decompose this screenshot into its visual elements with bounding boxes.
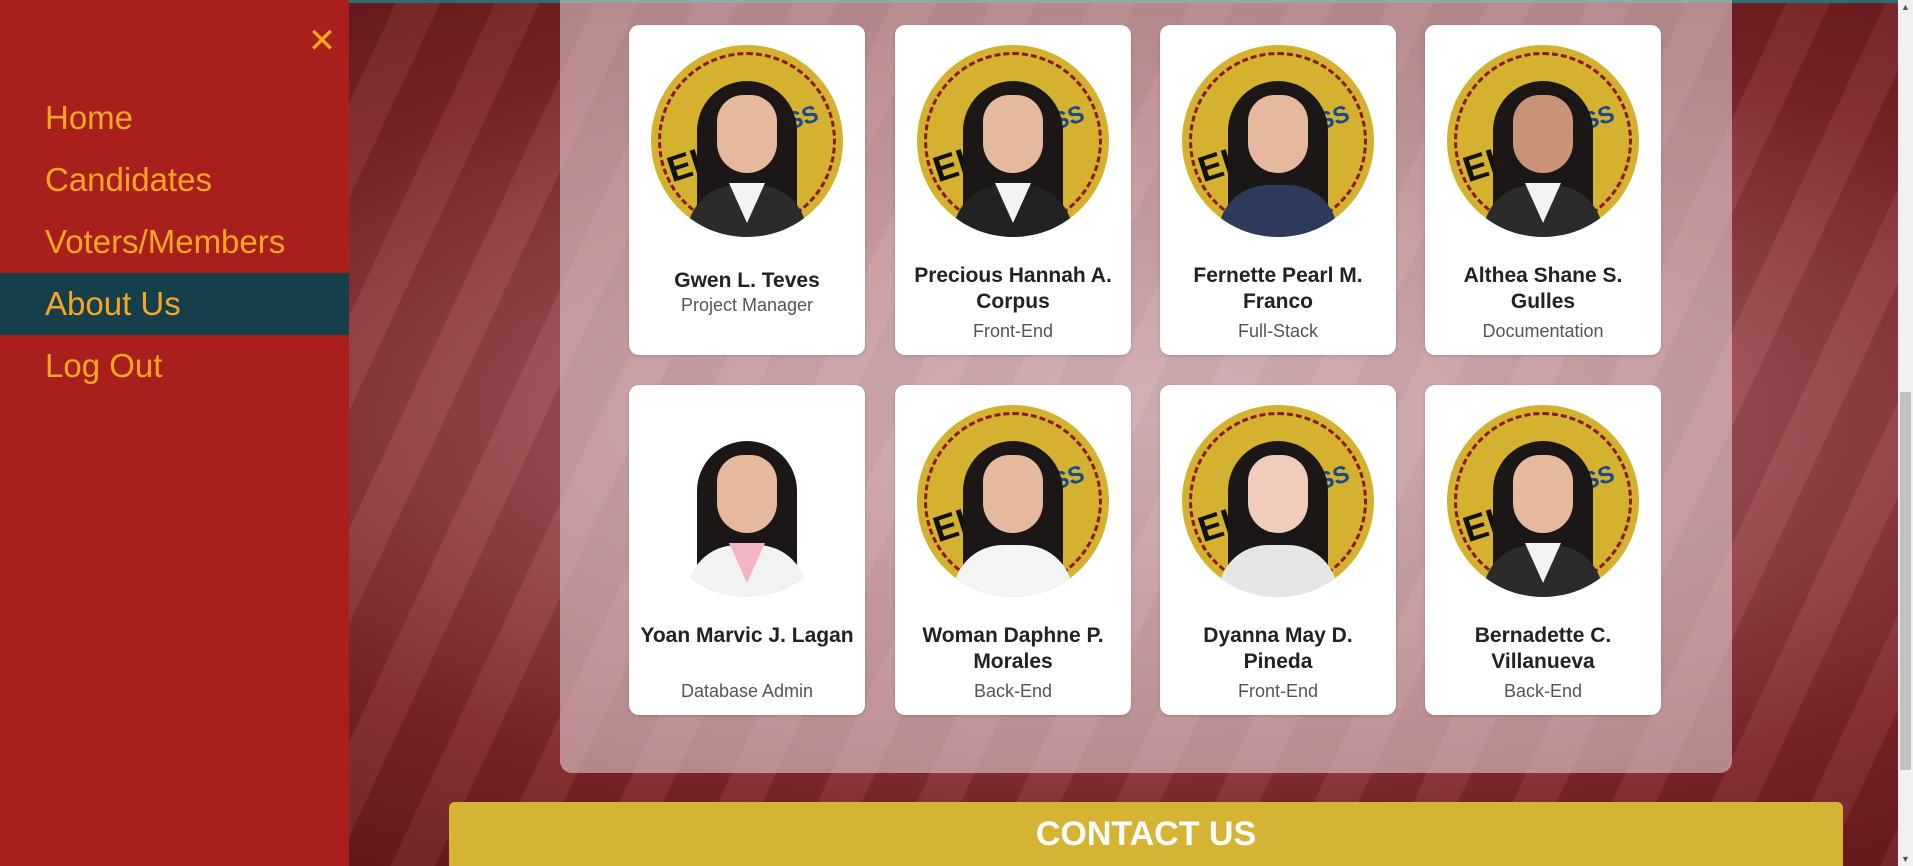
team-card: EL- ESS Precious Hannah A. Corpus Front-… [895, 25, 1131, 355]
sidebar-item-log-out[interactable]: Log Out [0, 335, 349, 397]
avatar [651, 405, 843, 597]
avatar: EL- ESS [1182, 45, 1374, 237]
avatar: EL- ESS [917, 405, 1109, 597]
scroll-thumb[interactable] [1900, 392, 1911, 770]
member-name: Precious Hannah A. Corpus [914, 264, 1112, 313]
scroll-up-arrow-icon[interactable]: ▲ [1898, 0, 1913, 14]
sidebar-item-home[interactable]: Home [0, 87, 349, 149]
team-card: EL- ESS Althea Shane S. Gulles Documenta… [1425, 25, 1661, 355]
member-role: Front-End [972, 321, 1054, 341]
scrollbar[interactable]: ▲ ▼ [1898, 0, 1913, 866]
scroll-down-arrow-icon[interactable]: ▼ [1898, 852, 1913, 866]
member-name: Yoan Marvic J. Lagan [640, 624, 854, 647]
team-card: EL- ESS Gwen L. Teves Project Manager [629, 25, 865, 355]
team-card: Yoan Marvic J. Lagan Database Admin [629, 385, 865, 715]
avatar: EL- ESS [1447, 45, 1639, 237]
member-name: Woman Daphne P. Morales [922, 624, 1104, 673]
avatar: EL- ESS [1447, 405, 1639, 597]
team-card: EL- ESS Woman Daphne P. Morales Back-End [895, 385, 1131, 715]
member-role: Database Admin [680, 681, 814, 701]
member-role: Full-Stack [1237, 321, 1318, 341]
team-card: EL- ESS Dyanna May D. Pineda Front-End [1160, 385, 1396, 715]
member-name: Fernette Pearl M. Franco [1193, 264, 1363, 313]
member-name: Dyanna May D. Pineda [1203, 624, 1353, 673]
member-name: Gwen L. Teves [674, 269, 820, 292]
member-role: Front-End [1237, 681, 1319, 701]
member-name: Bernadette C. Villanueva [1474, 624, 1612, 673]
sidebar-item-about-us[interactable]: About Us [0, 273, 349, 335]
team-card: EL- ESS Fernette Pearl M. Franco Full-St… [1160, 25, 1396, 355]
member-name: Althea Shane S. Gulles [1463, 264, 1623, 313]
avatar: EL- ESS [1182, 405, 1374, 597]
team-panel: EL- ESS Gwen L. Teves Project Manager EL… [560, 0, 1732, 773]
close-icon[interactable]: ✕ [305, 22, 339, 60]
member-role: Back-End [1503, 681, 1583, 701]
member-role: Back-End [973, 681, 1053, 701]
avatar: EL- ESS [917, 45, 1109, 237]
sidebar-item-voters-members[interactable]: Voters/Members [0, 211, 349, 273]
sidebar-nav: Home Candidates Voters/Members About Us … [0, 87, 349, 397]
sidebar-item-candidates[interactable]: Candidates [0, 149, 349, 211]
avatar: EL- ESS [651, 45, 843, 237]
member-role: Documentation [1482, 321, 1604, 341]
member-role: Project Manager [680, 295, 814, 315]
team-card: EL- ESS Bernadette C. Villanueva Back-En… [1425, 385, 1661, 715]
sidebar: ✕ Home Candidates Voters/Members About U… [0, 0, 349, 866]
contact-us-button[interactable]: CONTACT US [449, 802, 1843, 866]
